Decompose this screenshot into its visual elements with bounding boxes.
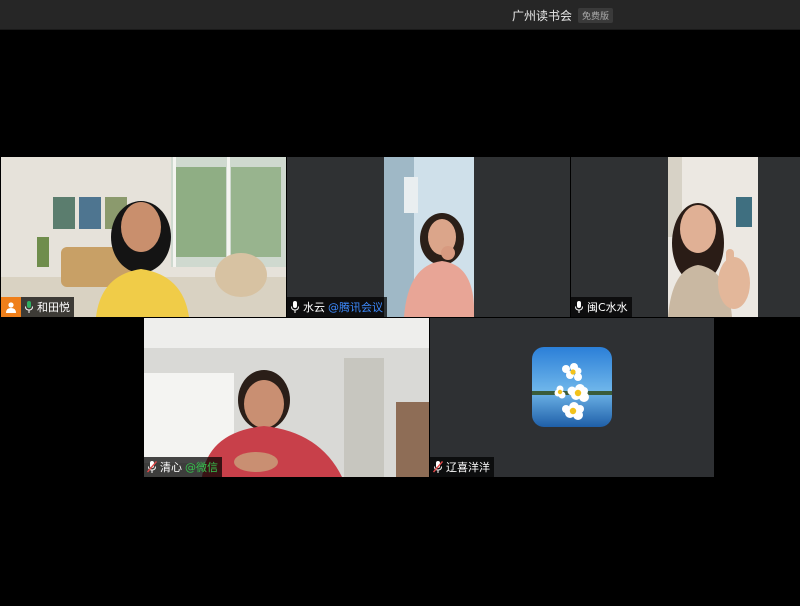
participant-name-tag: 水云 @腾讯会议 (287, 297, 387, 317)
mic-icon (575, 301, 583, 313)
participant-source: @腾讯会议 (328, 301, 383, 314)
participant-tile-4[interactable]: 清心 @微信 (144, 318, 429, 477)
participant-name: 水云 (303, 301, 325, 314)
mic-active-icon (25, 301, 33, 313)
participant-tile-3[interactable]: 闽C水水 (571, 157, 800, 317)
host-icon (1, 297, 21, 317)
participant-tile-1[interactable]: 和田悦 (1, 157, 286, 317)
participant-name-tag: 辽喜洋洋 (430, 457, 494, 477)
participant-source: @微信 (185, 461, 218, 474)
participant-name: 辽喜洋洋 (446, 461, 490, 474)
meeting-title: 广州读书会 (512, 8, 573, 23)
participant-name-tag: 和田悦 (1, 297, 74, 317)
participant-name: 闽C水水 (587, 301, 628, 314)
edition-badge: 免费版 (578, 7, 614, 23)
participant-name-tag: 清心 @微信 (144, 457, 222, 477)
avatar (532, 347, 612, 427)
video-frame (384, 157, 474, 317)
mic-muted-icon (147, 461, 157, 473)
video-frame (144, 318, 429, 477)
video-frame (1, 157, 286, 317)
participant-name-tag: 闽C水水 (571, 297, 632, 317)
participant-name: 和田悦 (37, 301, 70, 314)
daisy-avatar-icon (532, 347, 612, 427)
meeting-title-group: 广州读书会 免费版 (512, 7, 614, 23)
mic-icon (291, 301, 299, 313)
title-bar: 广州读书会 免费版 (0, 0, 800, 30)
video-frame (668, 157, 758, 317)
mic-muted-icon (433, 461, 443, 473)
participant-tile-2[interactable]: 水云 @腾讯会议 (287, 157, 570, 317)
participant-name: 清心 (160, 461, 182, 474)
